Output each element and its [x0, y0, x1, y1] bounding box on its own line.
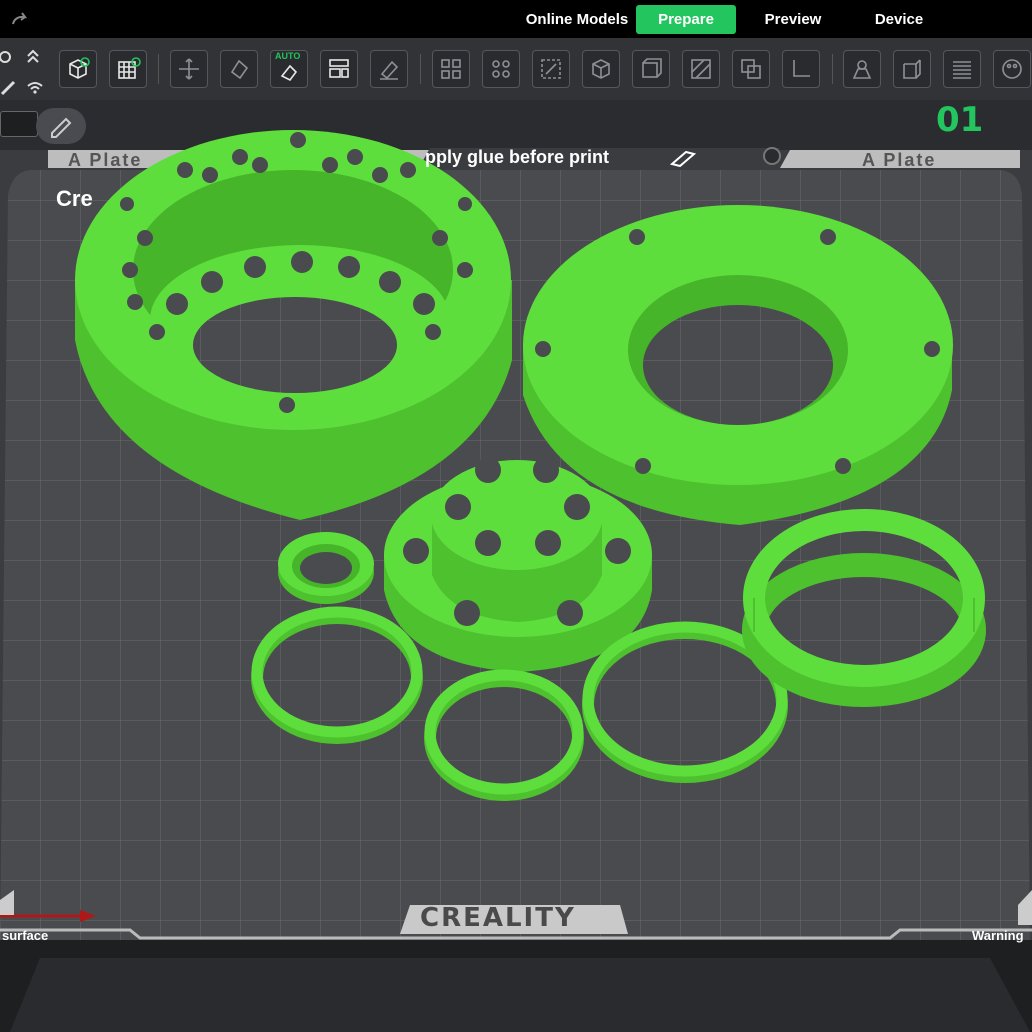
model-flange	[523, 205, 953, 525]
plate-name: Cre	[56, 186, 93, 211]
wifi-icon[interactable]	[26, 80, 44, 96]
auto-label: AUTO	[275, 51, 301, 61]
plate-strip-left: A Plate	[68, 150, 143, 170]
glue-notice: pply glue before print	[425, 147, 610, 167]
toolbar-separator	[420, 54, 421, 84]
variable-layer-button[interactable]	[943, 50, 981, 88]
redo-icon[interactable]	[10, 10, 30, 30]
split-objects-icon	[441, 59, 461, 79]
layout-icon	[329, 59, 349, 78]
tab-prepare[interactable]: Prepare	[636, 5, 736, 34]
support-icon	[852, 60, 872, 79]
plate-strip-right: A Plate	[862, 150, 937, 170]
toolbar-separator	[158, 54, 159, 84]
measure-button[interactable]	[782, 50, 820, 88]
plate-number: 01	[936, 100, 984, 140]
support-button[interactable]	[843, 50, 881, 88]
variable-layer-icon	[953, 61, 971, 79]
scale-button[interactable]	[532, 50, 570, 88]
layout-button[interactable]	[320, 50, 358, 88]
edit-notice-icon[interactable]	[668, 148, 698, 168]
measure-icon	[793, 60, 810, 77]
edit-plate-button[interactable]	[36, 108, 86, 144]
warning-label: Warning	[972, 928, 1024, 943]
arrange-button[interactable]	[170, 50, 208, 88]
scale-icon	[541, 59, 561, 79]
split-objects-button[interactable]	[432, 50, 470, 88]
brand-logo: CREALITY	[420, 903, 576, 933]
arrange-icon	[179, 58, 199, 80]
edit-icon[interactable]	[0, 78, 20, 98]
orient-button[interactable]	[220, 50, 258, 88]
seam-icon	[903, 59, 921, 79]
add-plate-icon	[118, 57, 141, 79]
model-small-washer	[278, 532, 374, 604]
toolbar-separator	[832, 54, 833, 84]
collapse-icon[interactable]	[26, 48, 40, 64]
tab-device[interactable]: Device	[860, 5, 938, 34]
orient-icon	[230, 59, 249, 80]
hollow-icon	[642, 58, 662, 78]
add-plate-button[interactable]	[109, 50, 147, 88]
split-parts-button[interactable]	[482, 50, 520, 88]
split-parts-icon	[492, 60, 510, 78]
paint-button[interactable]	[370, 50, 408, 88]
add-object-button[interactable]	[59, 50, 97, 88]
hollow-button[interactable]	[632, 50, 670, 88]
paint-icon	[380, 60, 399, 80]
add-object-icon	[69, 57, 90, 79]
color-paint-button[interactable]	[993, 50, 1031, 88]
settings-icon[interactable]	[0, 48, 14, 66]
cube-icon	[592, 59, 610, 79]
tab-preview[interactable]: Preview	[748, 5, 838, 34]
slice-button[interactable]	[682, 50, 720, 88]
seam-button[interactable]	[893, 50, 931, 88]
pencil-icon	[51, 117, 72, 138]
color-paint-icon	[1002, 59, 1022, 79]
cube-button[interactable]	[582, 50, 620, 88]
boolean-button[interactable]	[732, 50, 770, 88]
slice-icon	[691, 59, 711, 79]
plate-name-input[interactable]	[0, 111, 38, 137]
tab-online-models[interactable]: Online Models	[522, 5, 632, 34]
surface-label: surface	[2, 928, 49, 943]
boolean-icon	[741, 59, 761, 79]
